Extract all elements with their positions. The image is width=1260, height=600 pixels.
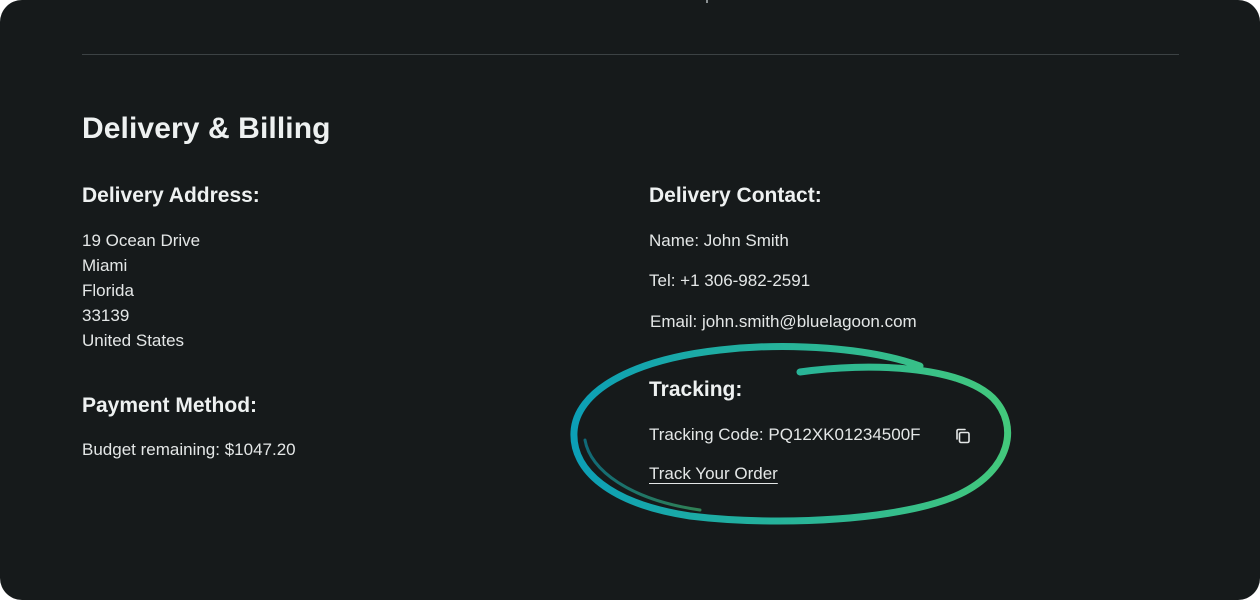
address-line-zip: 33139 (82, 306, 130, 325)
budget-remaining: Budget remaining: $1047.20 (82, 440, 296, 459)
top-notch (706, 0, 708, 3)
address-line-city: Miami (82, 256, 128, 275)
contact-tel: Tel: +1 306-982-2591 (649, 271, 811, 290)
track-order-link[interactable]: Track Your Order (649, 464, 778, 484)
address-line-state: Florida (82, 281, 134, 300)
delivery-billing-card: Delivery & Billing Delivery Address: 19 … (0, 0, 1260, 600)
contact-name: Name: John Smith (649, 231, 789, 250)
delivery-address-heading: Delivery Address: (82, 184, 260, 207)
address-line-country: United States (82, 331, 185, 350)
top-divider (82, 54, 1179, 55)
payment-method-heading: Payment Method: (82, 394, 258, 417)
contact-email: Email: john.smith@bluelagoon.com (650, 312, 917, 331)
tracking-heading: Tracking: (649, 378, 743, 401)
section-title: Delivery & Billing (82, 112, 331, 145)
delivery-address-block: 19 Ocean Drive Miami Florida 33139 Unite… (82, 228, 200, 353)
copy-icon[interactable] (953, 426, 973, 446)
delivery-contact-heading: Delivery Contact: (649, 184, 822, 207)
tracking-code: Tracking Code: PQ12XK01234500F (649, 425, 921, 444)
address-line-street: 19 Ocean Drive (82, 231, 201, 250)
